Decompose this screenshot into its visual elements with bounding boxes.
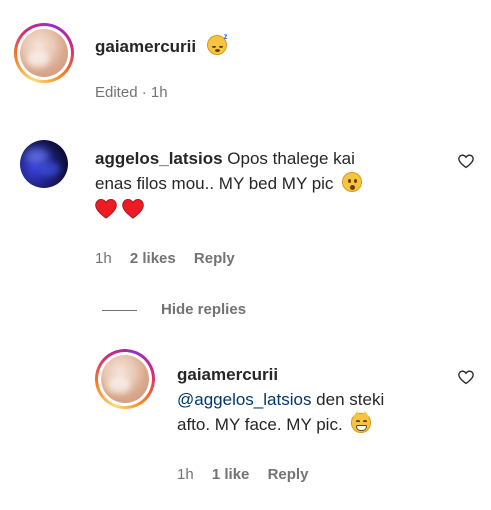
avatar-aggelos-latsios[interactable]: [20, 140, 68, 188]
reply-time: 1h: [177, 466, 194, 483]
reply-body: gaiamercurii @aggelos_latsios den steki …: [177, 362, 447, 437]
red-heart-emoji: [121, 199, 144, 219]
replies-divider: [102, 310, 137, 311]
red-heart-emoji: [95, 199, 117, 219]
reply-button[interactable]: Reply: [268, 466, 309, 483]
username[interactable]: gaiamercurii: [177, 365, 278, 384]
comment-time: 1h: [95, 250, 112, 267]
reply-meta: 1h 1 like Reply: [177, 466, 308, 483]
top-comment-header: gaiamercurii z: [95, 32, 228, 57]
hushed-face-emoji: [342, 172, 363, 192]
username[interactable]: aggelos_latsios: [95, 149, 223, 168]
comment-text: Opos thalege kai: [227, 149, 355, 168]
mention-link[interactable]: @aggelos_latsios: [177, 390, 311, 409]
grinning-cat-emoji: [351, 411, 372, 433]
likes-count[interactable]: 1 like: [212, 466, 250, 483]
hide-replies-button[interactable]: Hide replies: [161, 301, 246, 318]
sleeping-face-emoji: z: [206, 32, 228, 55]
reply-button[interactable]: Reply: [194, 250, 235, 267]
edited-status: Edited · 1h: [95, 84, 168, 101]
heart-outline-icon[interactable]: [458, 370, 474, 385]
comment-text: enas filos mou.. MY bed MY pic: [95, 174, 334, 193]
avatar-gaiamercurii[interactable]: [95, 349, 155, 409]
reply-text: den steki: [311, 390, 385, 409]
reply-text: afto. MY face. MY pic.: [177, 415, 343, 434]
likes-count[interactable]: 2 likes: [130, 250, 176, 267]
comment-body: aggelos_latsios Opos thalege kai enas fi…: [95, 146, 445, 223]
username[interactable]: gaiamercurii: [95, 37, 196, 56]
comments-panel: gaiamercurii z Edited · 1h aggelos_latsi…: [0, 0, 491, 510]
avatar-gaiamercurii[interactable]: [14, 23, 74, 83]
comment-meta: 1h 2 likes Reply: [95, 250, 235, 267]
heart-outline-icon[interactable]: [458, 154, 474, 169]
